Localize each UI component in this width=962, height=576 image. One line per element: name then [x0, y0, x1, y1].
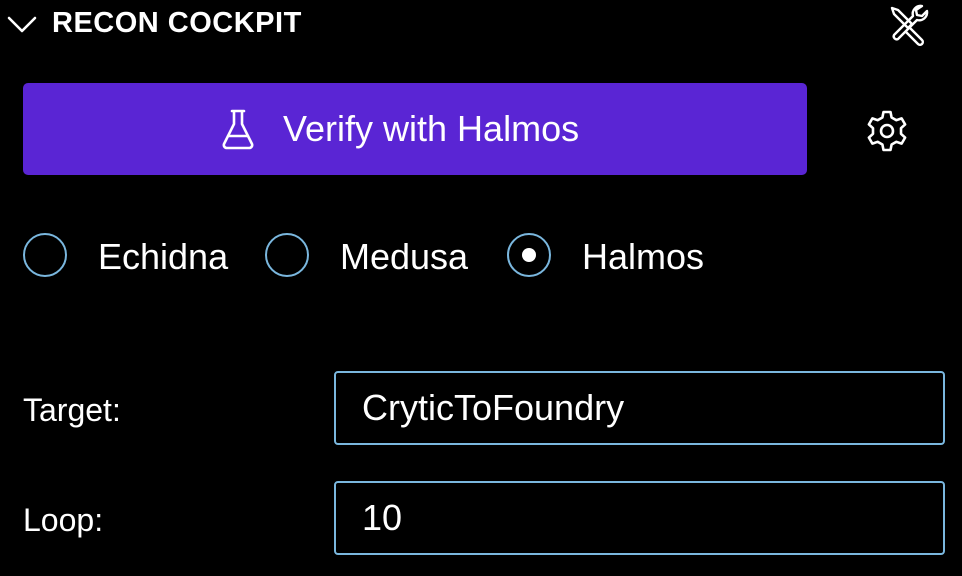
loop-input[interactable] — [334, 481, 945, 555]
loop-label: Loop: — [23, 502, 104, 538]
radio-label: Halmos — [582, 236, 705, 277]
flask-icon — [222, 109, 254, 150]
target-input[interactable] — [334, 371, 945, 445]
verify-button[interactable]: Verify with Halmos — [23, 83, 807, 175]
radio-label: Echidna — [98, 236, 229, 277]
radio-selected-dot — [522, 248, 536, 262]
verify-button-label: Verify with Halmos — [283, 108, 580, 149]
radio-circle[interactable] — [23, 233, 67, 277]
radio-medusa[interactable]: Medusa — [265, 233, 495, 281]
radio-echidna[interactable]: Echidna — [23, 233, 253, 281]
radio-circle[interactable] — [265, 233, 309, 277]
panel-header: RECON COCKPIT — [0, 0, 962, 48]
panel-title: RECON COCKPIT — [52, 7, 302, 39]
target-label: Target: — [23, 392, 121, 428]
chevron-down-icon[interactable] — [6, 10, 38, 38]
recon-cockpit-panel: RECON COCKPIT Verify with Halmos Echidna — [0, 0, 962, 576]
radio-circle-selected[interactable] — [507, 233, 551, 277]
verify-button-content: Verify with Halmos — [23, 83, 807, 175]
gear-icon[interactable] — [864, 108, 910, 154]
tools-icon[interactable] — [886, 2, 932, 46]
radio-label: Medusa — [340, 236, 469, 277]
radio-halmos[interactable]: Halmos — [507, 233, 737, 281]
